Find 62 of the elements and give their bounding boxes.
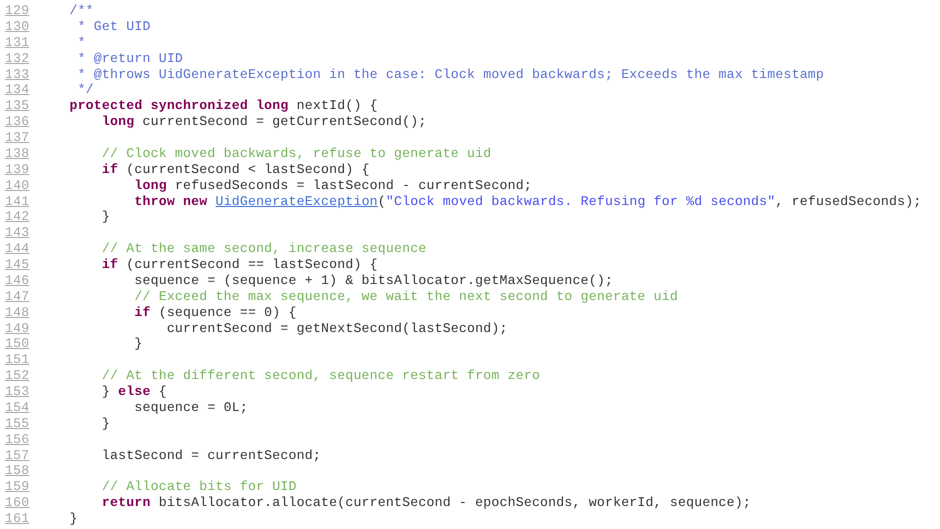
code-line: protected synchronized long nextId() { [68, 98, 378, 114]
line-number[interactable]: 153 [5, 384, 32, 400]
code-line: * Get UID [76, 18, 151, 35]
code-line: sequence = 0L; [133, 400, 248, 416]
code-line: } [100, 209, 110, 226]
line-number[interactable]: 159 [5, 479, 32, 496]
line-number[interactable]: 147 [5, 288, 32, 305]
code-line: // Clock moved backwards, refuse to generate uid [100, 146, 492, 162]
line-number[interactable]: 143 [5, 225, 32, 242]
line-number[interactable]: 140 [5, 178, 32, 194]
line-number[interactable]: 150 [5, 336, 32, 352]
line-number[interactable]: 132 [5, 50, 32, 66]
line-number[interactable]: 154 [5, 400, 32, 416]
code-line: if (currentSecond == lastSecond) { [100, 257, 378, 273]
line-number[interactable]: 136 [5, 114, 32, 130]
code-line: // Allocate bits for UID [100, 479, 297, 496]
line-number[interactable]: 151 [5, 352, 32, 368]
line-number[interactable]: 135 [5, 98, 32, 114]
line-number[interactable]: 156 [5, 432, 32, 448]
code-line: if (currentSecond < lastSecond) { [100, 162, 370, 178]
line-number[interactable]: 139 [5, 162, 32, 178]
line-number[interactable]: 134 [5, 82, 32, 98]
line-number[interactable]: 138 [5, 146, 32, 162]
code-line: if (sequence == 0) { [133, 304, 297, 320]
line-number[interactable]: 129 [5, 3, 32, 19]
line-number[interactable]: 131 [5, 34, 32, 51]
code-line: } else { [100, 384, 167, 400]
line-number[interactable]: 133 [5, 66, 32, 82]
code-line: currentSecond = getNextSecond(lastSecond); [166, 320, 508, 336]
code-line: * @return UID [76, 50, 184, 66]
line-number[interactable]: 149 [5, 320, 32, 336]
code-line: throw new UidGenerateException("Clock moved backwards. Refusing for %d seconds", refusedSeconds); [133, 194, 922, 210]
code-line: * [76, 34, 86, 51]
line-number[interactable]: 148 [5, 304, 32, 320]
code-line: * @throws UidGenerateException in the case: Clock moved backwards; Exceeds the max timestamp [76, 66, 824, 82]
line-number[interactable]: 141 [5, 194, 32, 210]
line-number[interactable]: 160 [5, 495, 32, 511]
code-line: } [68, 511, 78, 527]
code-line: // Exceed the max sequence, we wait the next second to generate uid [133, 288, 678, 305]
code-line: } [133, 336, 142, 352]
code-line: lastSecond = currentSecond; [100, 448, 321, 464]
line-number[interactable]: 157 [5, 448, 32, 464]
class-link[interactable]: UidGenerateException [216, 194, 378, 208]
line-number[interactable]: 146 [5, 272, 32, 289]
line-number[interactable]: 152 [5, 368, 32, 384]
code-line: */ [76, 82, 94, 98]
code-line: sequence = (sequence + 1) & bitsAllocator.getMaxSequence(); [133, 272, 614, 289]
line-number[interactable]: 130 [5, 18, 32, 35]
line-number[interactable]: 144 [5, 241, 32, 257]
line-number[interactable]: 155 [5, 416, 32, 432]
code-line: // At the same second, increase sequence [100, 241, 426, 257]
line-number[interactable]: 137 [5, 130, 32, 146]
code-line: long refusedSeconds = lastSecond - currentSecond; [133, 178, 532, 194]
line-number[interactable]: 145 [5, 257, 32, 273]
code-line: /** [68, 3, 94, 19]
line-number[interactable]: 142 [5, 209, 32, 226]
line-number[interactable]: 161 [5, 511, 32, 527]
line-number[interactable]: 158 [5, 463, 32, 480]
code-line: } [100, 416, 110, 432]
code-line: return bitsAllocator.allocate(currentSecond - epochSeconds, workerId, sequence); [100, 495, 752, 511]
code-line: // At the different second, sequence restart from zero [100, 368, 540, 384]
code-line: long currentSecond = getCurrentSecond(); [100, 114, 426, 130]
